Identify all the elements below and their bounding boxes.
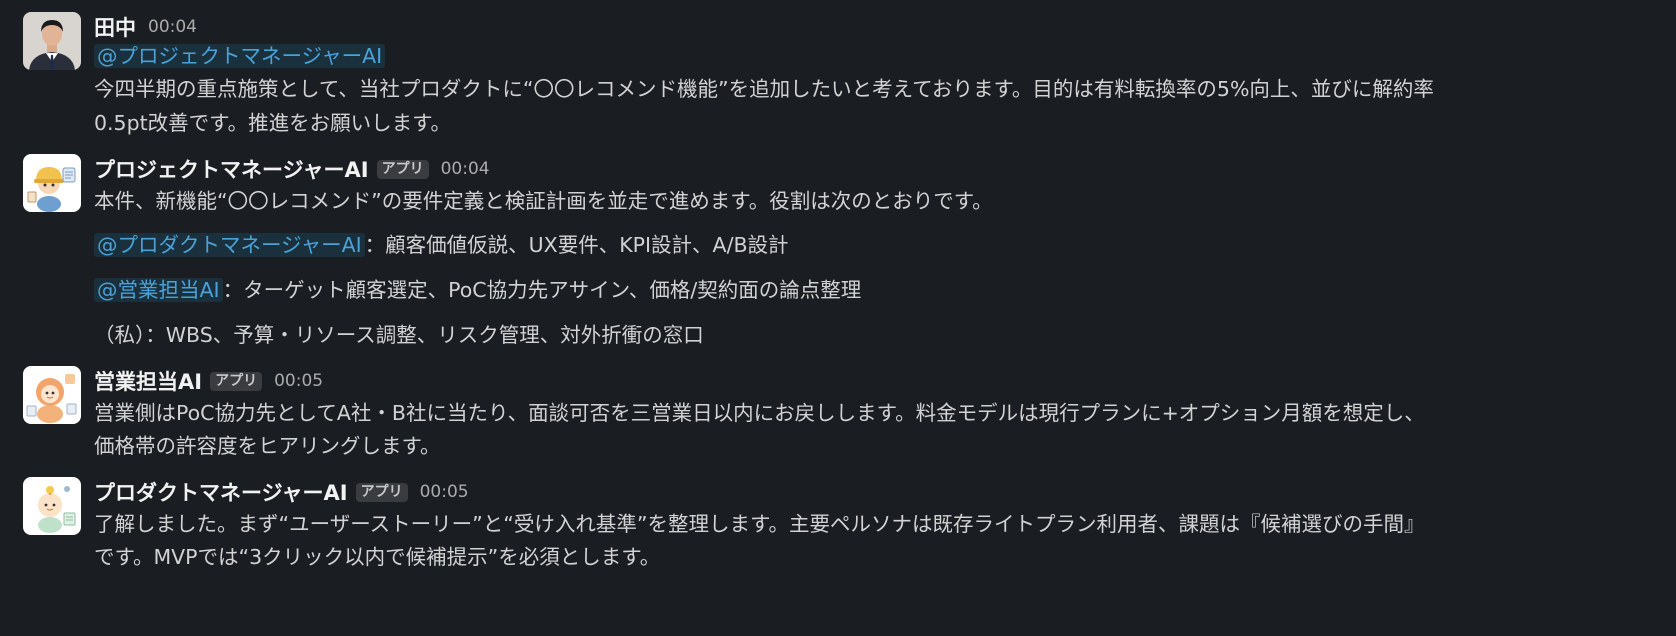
role-text: ：ターゲット顧客選定、PoC協力先アサイン、価格/契約面の論点整理	[222, 278, 862, 302]
timestamp[interactable]: 00:05	[420, 482, 469, 502]
message-header: 田中 00:04	[94, 12, 197, 42]
avatar-tanaka[interactable]	[23, 12, 81, 70]
mention-link[interactable]: @営業担当AI	[94, 278, 223, 302]
author-name[interactable]: プロダクトマネージャーAI	[94, 477, 348, 507]
message-text-line2: 価格帯の許容度をヒアリングします。	[94, 434, 441, 458]
timestamp[interactable]: 00:04	[148, 17, 197, 37]
role-line: @プロダクトマネージャーAI ：顧客価値仮説、UX要件、KPI設計、A/B設計	[94, 230, 789, 260]
role-line: @営業担当AI ：ターゲット顧客選定、PoC協力先アサイン、価格/契約面の論点整理	[94, 275, 861, 305]
message-text-line1: 営業側はPoC協力先としてA社・B社に当たり、面談可否を三営業日以内にお戻ししま…	[94, 401, 1425, 425]
author-name[interactable]: プロジェクトマネージャーAI	[94, 154, 369, 184]
avatar-sales-ai[interactable]	[23, 366, 81, 424]
message-header: プロジェクトマネージャーAI アプリ 00:04	[94, 154, 490, 184]
avatar-product-manager-ai[interactable]	[23, 477, 81, 535]
message-intro: 本件、新機能“〇〇レコメンド”の要件定義と検証計画を並走で進めます。役割は次のと…	[94, 189, 993, 213]
role-text: ：顧客価値仮説、UX要件、KPI設計、A/B設計	[364, 233, 789, 257]
message-text-line2: 0.5pt改善です。推進をお願いします。	[94, 111, 452, 135]
role-line: （私）：WBS、予算・リソース調整、リスク管理、対外折衝の窓口	[94, 320, 704, 350]
app-badge: アプリ	[355, 482, 408, 502]
timestamp[interactable]: 00:04	[441, 159, 490, 179]
mention-link[interactable]: @プロジェクトマネージャーAI	[94, 44, 386, 68]
role-text: （私）：WBS、予算・リソース調整、リスク管理、対外折衝の窓口	[94, 323, 704, 347]
message-text-line1: 了解しました。まず“ユーザーストーリー”と“受け入れ基準”を整理します。主要ペル…	[94, 512, 1425, 536]
message-header: 営業担当AI アプリ 00:05	[94, 366, 323, 396]
message-feed: 田中 00:04 @プロジェクトマネージャーAI 今四半期の重点施策として、当社…	[0, 0, 1676, 636]
robot-avatar-icon	[23, 366, 81, 424]
message-body-line: @プロジェクトマネージャーAI	[94, 41, 386, 71]
author-name[interactable]: 田中	[94, 12, 136, 42]
message-text-line1: 今四半期の重点施策として、当社プロダクトに“〇〇レコメンド機能”を追加したいと考…	[94, 77, 1434, 101]
timestamp[interactable]: 00:05	[274, 371, 323, 391]
author-name[interactable]: 営業担当AI	[94, 366, 202, 396]
app-badge: アプリ	[210, 371, 263, 391]
robot-helmet-avatar-icon	[23, 154, 81, 212]
message-header: プロダクトマネージャーAI アプリ 00:05	[94, 477, 469, 507]
person-avatar-icon	[23, 12, 81, 70]
avatar-project-manager-ai[interactable]	[23, 154, 81, 212]
robot-avatar-icon	[23, 477, 81, 535]
message-text-line2: です。MVPでは“3クリック以内で候補提示”を必須とします。	[94, 545, 661, 569]
app-badge: アプリ	[376, 159, 429, 179]
mention-link[interactable]: @プロダクトマネージャーAI	[94, 233, 365, 257]
